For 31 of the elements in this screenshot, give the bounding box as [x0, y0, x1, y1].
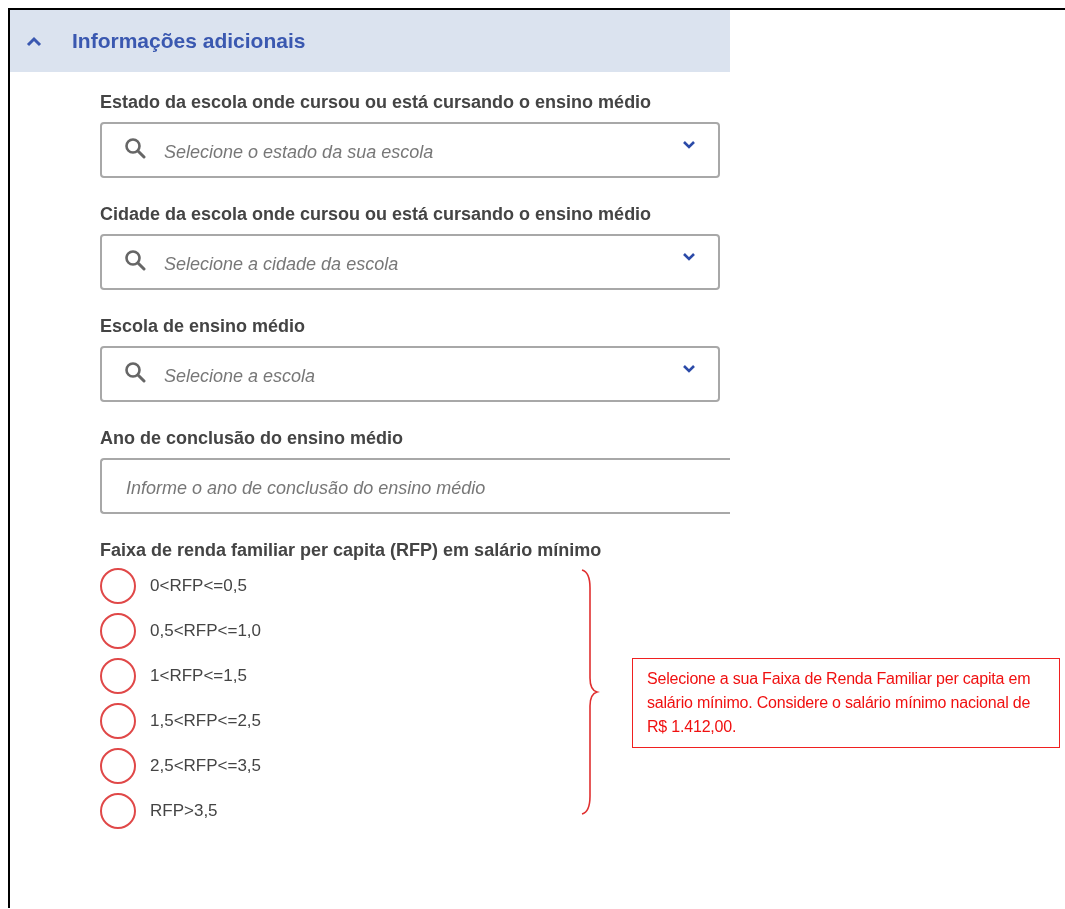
field-label: Cidade da escola onde cursou ou está cursando o ensino médio	[100, 203, 653, 226]
field-label: Escola de ensino médio	[100, 315, 307, 338]
radio-option[interactable]: 0<RFP<=0,5	[100, 568, 580, 604]
radio-option[interactable]: 1<RFP<=1,5	[100, 658, 580, 694]
chevron-down-icon	[682, 252, 696, 262]
search-icon	[124, 137, 146, 159]
chevron-down-icon	[682, 364, 696, 374]
radio-button[interactable]	[100, 568, 136, 604]
radio-option[interactable]: RFP>3,5	[100, 793, 580, 829]
chevron-down-icon	[682, 140, 696, 150]
chevron-up-icon	[26, 35, 42, 47]
field-label: Estado da escola onde cursou ou está cursando o ensino médio	[100, 91, 653, 114]
radio-button[interactable]	[100, 748, 136, 784]
section-header[interactable]: Informações adicionais	[10, 10, 730, 72]
annotation-note: Selecione a sua Faixa de Renda Familiar per capita em salário mínimo. Considere o salário mínimo nacional de R$ 1.412,00.	[632, 657, 1060, 748]
select-field[interactable]: Selecione a cidade da escola	[100, 234, 720, 290]
radio-button[interactable]	[100, 703, 136, 739]
input-field[interactable]: Informe o ano de conclusão do ensino médio	[100, 458, 730, 514]
field-label: Ano de conclusão do ensino médio	[100, 427, 405, 450]
radio-option[interactable]: 2,5<RFP<=3,5	[100, 748, 580, 784]
radio-button[interactable]	[100, 793, 136, 829]
radio-option[interactable]: 0,5<RFP<=1,0	[100, 613, 580, 649]
select-field[interactable]: Selecione o estado da sua escola	[100, 122, 720, 178]
search-icon	[124, 361, 146, 383]
field-label: Faixa de renda familiar per capita (RFP) em salário mínimo	[100, 539, 603, 562]
radio-button[interactable]	[100, 613, 136, 649]
section-title: Informações adicionais	[72, 29, 306, 53]
search-icon	[124, 249, 146, 271]
select-field[interactable]: Selecione a escola	[100, 346, 720, 402]
radio-button[interactable]	[100, 658, 136, 694]
radio-option[interactable]: 1,5<RFP<=2,5	[100, 703, 580, 739]
